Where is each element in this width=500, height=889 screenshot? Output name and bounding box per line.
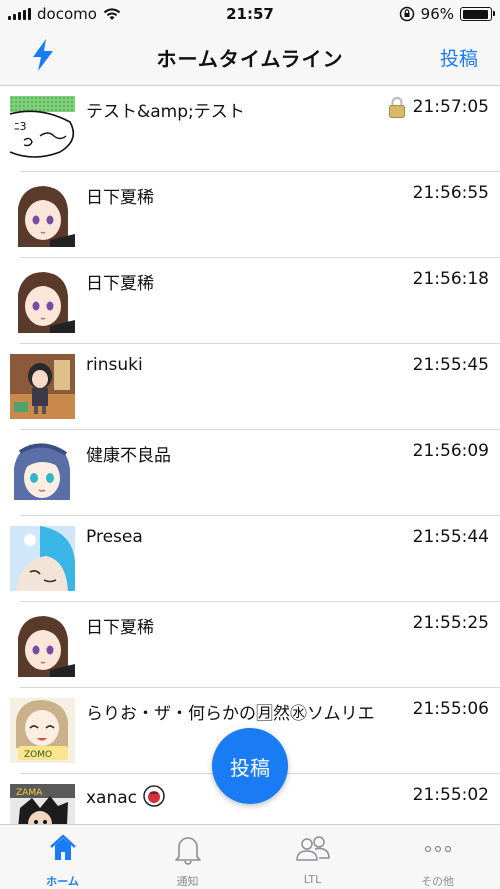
- tab-bar: ホーム 通知 LTL その他: [0, 824, 500, 889]
- navigation-bar: ホームタイムライン 投稿: [0, 28, 500, 86]
- avatar-anime-girl[interactable]: [10, 182, 75, 247]
- timeline-row[interactable]: 日下夏稀 21:56:55: [0, 172, 500, 258]
- display-name: 健康不良品: [86, 446, 171, 466]
- post-time: 21:55:25: [412, 613, 489, 633]
- home-icon: [49, 834, 76, 860]
- compose-fab-button[interactable]: 投稿: [212, 728, 288, 804]
- tab-label: その他: [421, 875, 454, 888]
- display-name: xanac: [86, 785, 165, 808]
- tab-ltl[interactable]: LTL: [250, 825, 375, 889]
- avatar-anime-girl[interactable]: [10, 612, 75, 677]
- timeline-row[interactable]: ﾆ3 テスト&amp;テスト 21:57:05: [0, 86, 500, 172]
- post-time: 21:57:05: [412, 97, 489, 117]
- avatar-chibi-character[interactable]: [10, 354, 75, 419]
- post-time: 21:56:55: [412, 183, 489, 203]
- status-right: 96%: [399, 5, 495, 23]
- timeline-row[interactable]: 健康不良品 21:56:09: [0, 430, 500, 516]
- home-timeline[interactable]: ﾆ3 テスト&amp;テスト 21:57:05 日下夏稀 21:56:55 日下…: [0, 86, 500, 824]
- tab-more[interactable]: その他: [375, 825, 500, 889]
- red-circle-badge-icon: [143, 785, 165, 807]
- tab-label: ホーム: [46, 875, 79, 888]
- avatar-anime-character-cyan[interactable]: [10, 526, 75, 591]
- display-name: rinsuki: [86, 355, 143, 375]
- avatar-anime-girl[interactable]: [10, 268, 75, 333]
- post-time: 21:55:44: [412, 527, 489, 547]
- avatar-doodle-face[interactable]: ﾆ3: [10, 96, 75, 161]
- display-name: らりお・ザ・何らかの🈷然㊌ソムリエ: [86, 704, 375, 724]
- display-name: テスト&amp;テスト: [86, 102, 245, 122]
- svg-text:ﾆ3: ﾆ3: [14, 120, 27, 133]
- display-name: 日下夏稀: [86, 618, 154, 638]
- post-time: 21:56:09: [412, 441, 489, 461]
- display-name: 日下夏稀: [86, 188, 154, 208]
- post-time: 21:55:45: [412, 355, 489, 375]
- display-name-text: xanac: [86, 788, 138, 808]
- battery-icon: [460, 7, 495, 21]
- timeline-row[interactable]: 日下夏稀 21:55:25: [0, 602, 500, 688]
- bell-icon: [174, 837, 201, 865]
- display-name: Presea: [86, 527, 143, 547]
- page-title: ホームタイムライン: [156, 47, 344, 71]
- avatar-anime-girl-blue[interactable]: [10, 440, 75, 505]
- timeline-row[interactable]: Presea 21:55:44: [0, 516, 500, 602]
- timeline-row[interactable]: 日下夏稀 21:56:18: [0, 258, 500, 344]
- post-time: 21:55:06: [412, 699, 489, 719]
- battery-percent: 96%: [420, 5, 454, 23]
- svg-text:ZOMO: ZOMO: [24, 750, 52, 760]
- more-icon: [424, 845, 451, 853]
- post-time: 21:55:02: [412, 785, 489, 805]
- status-bar: docomo 21:57 96%: [0, 0, 500, 28]
- tab-notifications[interactable]: 通知: [125, 825, 250, 889]
- post-button[interactable]: 投稿: [440, 44, 478, 71]
- display-name: 日下夏稀: [86, 274, 154, 294]
- post-time: 21:56:18: [412, 269, 489, 289]
- avatar-dark-character[interactable]: ZAMA: [10, 784, 75, 824]
- tab-home[interactable]: ホーム: [0, 825, 125, 889]
- lock-icon: [389, 97, 405, 118]
- tab-label: 通知: [176, 875, 199, 888]
- svg-text:ZAMA: ZAMA: [16, 788, 43, 798]
- battery-fill: [462, 9, 489, 19]
- timeline-row[interactable]: rinsuki 21:55:45: [0, 344, 500, 430]
- tab-label: LTL: [303, 873, 322, 886]
- avatar-anime-girl-light[interactable]: ZOMO: [10, 698, 75, 763]
- rotation-lock-icon: [399, 6, 414, 22]
- people-icon: [295, 836, 330, 861]
